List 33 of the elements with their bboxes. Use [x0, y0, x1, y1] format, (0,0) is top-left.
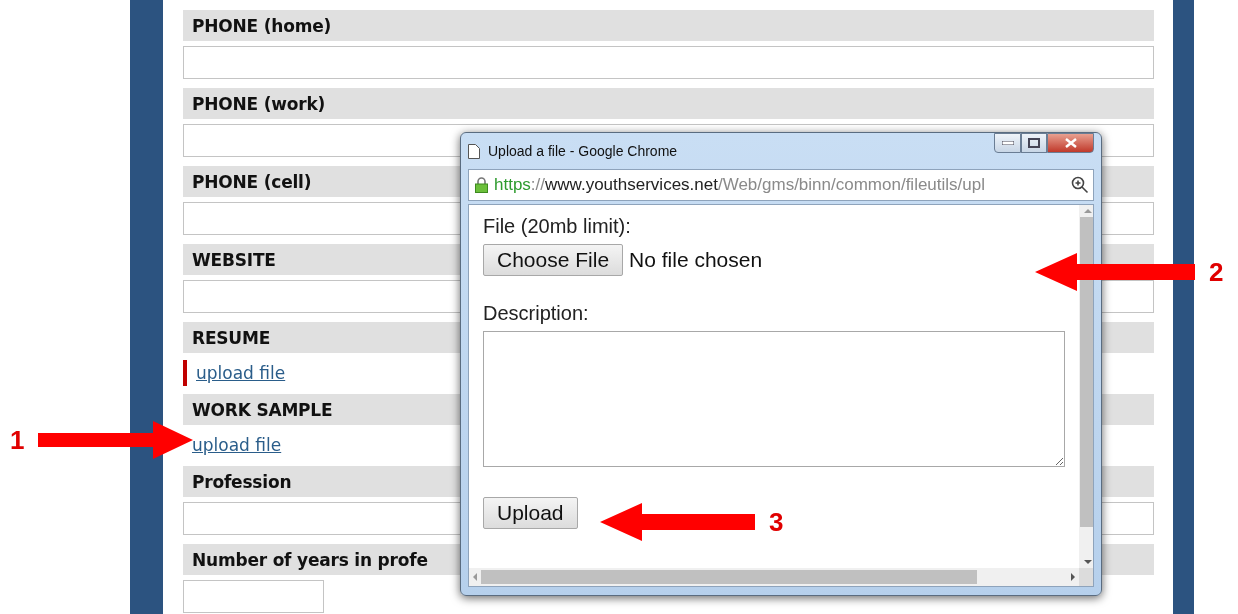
url-text: https://www.youthservices.net/Web/gms/binn/common/fileutils/upl: [494, 175, 986, 195]
zoom-icon[interactable]: [1071, 176, 1089, 194]
horizontal-scrollbar[interactable]: [469, 568, 1079, 586]
file-status: No file chosen: [629, 248, 763, 272]
arrow-icon: [600, 503, 755, 541]
address-bar[interactable]: https://www.youthservices.net/Web/gms/binn/common/fileutils/upl: [468, 169, 1094, 201]
maximize-icon: [1028, 138, 1040, 148]
page-icon: [468, 143, 480, 159]
lock-icon: [475, 177, 488, 193]
choose-file-button[interactable]: Choose File: [483, 244, 624, 276]
window-title: Upload a file - Google Chrome: [488, 143, 679, 159]
vertical-scrollbar[interactable]: [1079, 205, 1093, 568]
callout-number: 3: [769, 506, 784, 538]
text-field[interactable]: [183, 46, 1154, 79]
minimize-icon: [1001, 141, 1014, 145]
arrow-icon: [1035, 253, 1195, 291]
description-field[interactable]: [483, 331, 1065, 467]
field-label: PHONE (home): [183, 10, 1154, 41]
minimize-button[interactable]: [994, 133, 1021, 153]
maximize-button[interactable]: [1021, 133, 1047, 153]
file-label: File (20mb limit):: [483, 215, 631, 238]
close-icon: [1064, 138, 1077, 148]
description-label: Description:: [483, 302, 589, 325]
field-label: PHONE (work): [183, 88, 1154, 119]
text-field[interactable]: [183, 580, 324, 613]
upload-link[interactable]: upload file: [196, 362, 286, 383]
callout-number: 2: [1209, 256, 1224, 288]
scrollbar-corner: [1079, 568, 1093, 586]
arrow-icon: [38, 421, 194, 459]
callout-number: 1: [10, 424, 25, 456]
close-button[interactable]: [1047, 133, 1094, 153]
upload-link[interactable]: upload file: [192, 434, 282, 455]
upload-button[interactable]: Upload: [483, 497, 578, 529]
